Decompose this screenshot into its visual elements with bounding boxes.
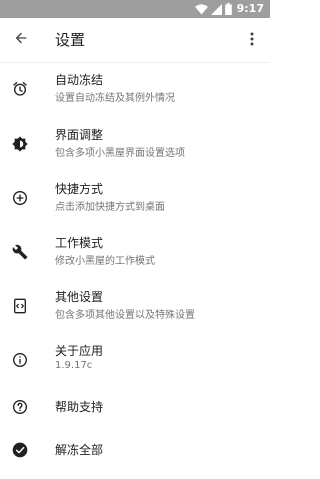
settings-item-shortcut[interactable]: 快捷方式 点击添加快捷方式到桌面 [0,176,270,220]
signal-icon [210,0,222,19]
status-icons: 9:17 [194,0,264,19]
back-button[interactable] [10,29,32,51]
item-subtitle: 点击添加快捷方式到桌面 [55,202,165,213]
settings-item-ui-adjust[interactable]: 界面调整 包含多项小黑屋界面设置选项 [0,122,270,166]
item-title: 关于应用 [55,344,104,358]
item-subtitle: 设置自动冻结及其例外情况 [55,93,175,104]
page-title: 设置 [55,31,86,49]
item-title: 自动冻结 [55,73,104,87]
status-time: 9:17 [236,2,264,15]
item-subtitle: 包含多项其他设置以及特殊设置 [55,310,195,321]
add-circle-icon [11,189,29,207]
check-circle-icon [11,441,29,459]
item-title: 界面调整 [55,128,104,142]
battery-icon [224,0,232,19]
settings-item-about[interactable]: 关于应用 1.9.17c [0,338,270,382]
item-subtitle: 修改小黑屋的工作模式 [55,256,155,267]
settings-item-unfreeze-all[interactable]: 解冻全部 [0,429,270,473]
alarm-icon [11,80,29,98]
more-vert-icon [250,31,254,50]
item-title: 其他设置 [55,290,104,304]
info-icon [11,351,29,369]
status-bar: 9:17 [0,0,270,18]
settings-item-auto-freeze[interactable]: 自动冻结 设置自动冻结及其例外情况 [0,67,270,111]
settings-ethernet-icon [11,297,29,315]
brightness-icon [11,135,29,153]
settings-item-help[interactable]: 帮助支持 [0,386,270,430]
item-title: 工作模式 [55,236,104,250]
item-subtitle: 1.9.17c [55,360,93,371]
wrench-icon [11,243,29,261]
app-bar: 设置 [0,18,270,63]
item-title: 帮助支持 [55,400,104,414]
item-title: 解冻全部 [55,443,104,457]
help-icon [11,398,29,416]
settings-item-work-mode[interactable]: 工作模式 修改小黑屋的工作模式 [0,230,270,274]
item-subtitle: 包含多项小黑屋界面设置选项 [55,148,185,159]
item-title: 快捷方式 [55,182,104,196]
arrow-back-icon [13,30,29,50]
wifi-icon [194,0,208,19]
settings-item-other[interactable]: 其他设置 包含多项其他设置以及特殊设置 [0,284,270,328]
overflow-menu-button[interactable] [242,30,262,50]
